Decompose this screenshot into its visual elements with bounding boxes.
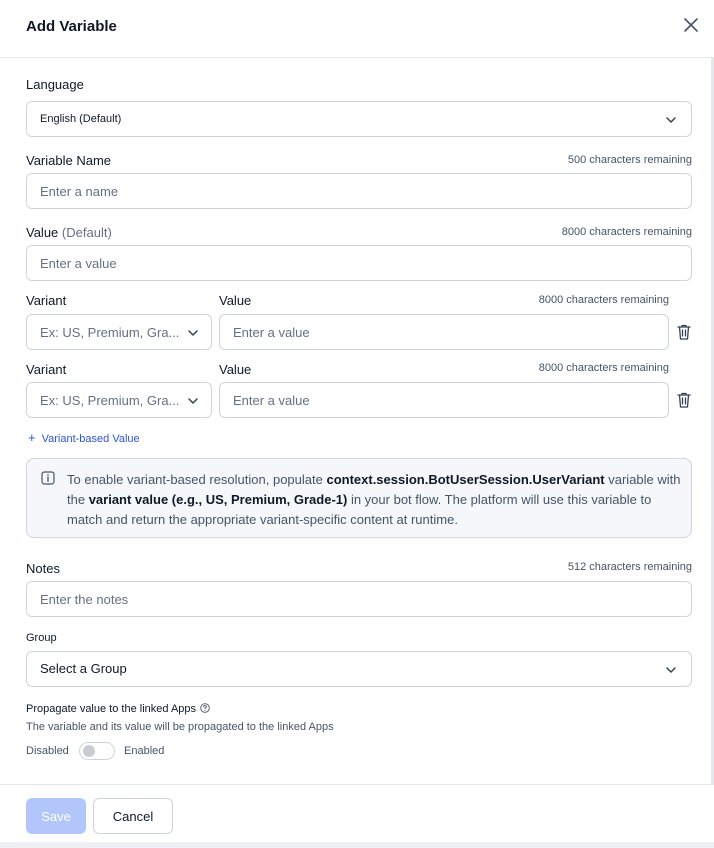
variant-value-placeholder: Enter a value bbox=[233, 393, 310, 408]
info-text-emphasis: context.session.BotUserSession.UserVaria… bbox=[326, 472, 605, 487]
chevron-down-icon bbox=[188, 398, 198, 404]
variant-value-remaining: 8000 characters remaining bbox=[538, 294, 669, 306]
chevron-down-icon bbox=[666, 667, 676, 673]
variable-name-placeholder: Enter a name bbox=[40, 184, 119, 199]
chevron-down-icon bbox=[666, 117, 676, 123]
info-box: To enable variant-based resolution, popu… bbox=[26, 458, 692, 538]
toggle-on-label: Enabled bbox=[124, 745, 165, 757]
dialog-title: Add Variable bbox=[26, 18, 117, 35]
value-label-suffix: (Default) bbox=[61, 225, 112, 240]
help-icon[interactable] bbox=[200, 703, 210, 713]
value-label-text: Value bbox=[26, 225, 59, 240]
variable-name-label: Variable Name bbox=[26, 153, 112, 168]
variant-label: Variant bbox=[26, 293, 67, 308]
add-variant-button[interactable]: + Variant-based Value bbox=[28, 430, 140, 445]
variant-placeholder: Ex: US, Premium, Gra... bbox=[40, 393, 180, 408]
value-remaining: 8000 characters remaining bbox=[561, 226, 692, 238]
close-icon[interactable] bbox=[680, 14, 702, 36]
notes-remaining: 512 characters remaining bbox=[567, 561, 692, 573]
variant-value-input[interactable]: Enter a value bbox=[219, 314, 669, 350]
variable-name-input[interactable]: Enter a name bbox=[26, 173, 692, 209]
variant-label: Variant bbox=[26, 362, 67, 377]
language-label: Language bbox=[26, 77, 84, 92]
propagate-label: Propagate value to the linked Apps bbox=[26, 703, 210, 715]
info-text: To enable variant-based resolution, popu… bbox=[67, 470, 681, 530]
variant-select[interactable]: Ex: US, Premium, Gra... bbox=[26, 382, 212, 418]
propagate-label-text: Propagate value to the linked Apps bbox=[26, 703, 197, 715]
chevron-down-icon bbox=[188, 330, 198, 336]
dialog-footer: Save Cancel bbox=[0, 784, 714, 842]
language-selected-value: English (Default) bbox=[40, 113, 122, 125]
info-icon bbox=[41, 471, 55, 485]
propagate-toggle[interactable] bbox=[79, 742, 115, 760]
dialog-header: Add Variable bbox=[0, 0, 714, 58]
cancel-button[interactable]: Cancel bbox=[93, 798, 173, 834]
group-select[interactable]: Select a Group bbox=[26, 651, 692, 687]
variant-value-label: Value bbox=[219, 362, 252, 377]
value-placeholder: Enter a value bbox=[40, 256, 117, 271]
info-text-part: To enable variant-based resolution, popu… bbox=[67, 472, 327, 487]
value-label: Value (Default) bbox=[26, 225, 112, 240]
variant-value-placeholder: Enter a value bbox=[233, 325, 310, 340]
variant-select[interactable]: Ex: US, Premium, Gra... bbox=[26, 314, 212, 350]
info-text-emphasis: variant value (e.g., US, Premium, Grade-… bbox=[88, 492, 348, 507]
variable-name-remaining: 500 characters remaining bbox=[567, 154, 692, 166]
variant-value-input[interactable]: Enter a value bbox=[219, 382, 669, 418]
notes-placeholder: Enter the notes bbox=[40, 592, 129, 607]
add-variable-dialog: Add Variable Language English (Default) … bbox=[0, 0, 714, 842]
group-label: Group bbox=[26, 632, 57, 644]
save-button[interactable]: Save bbox=[26, 798, 86, 834]
trash-icon[interactable] bbox=[676, 391, 692, 409]
variant-value-label: Value bbox=[219, 293, 252, 308]
variant-value-remaining: 8000 characters remaining bbox=[538, 362, 669, 374]
add-variant-label: Variant-based Value bbox=[41, 433, 140, 445]
value-input[interactable]: Enter a value bbox=[26, 245, 692, 281]
toggle-knob bbox=[83, 745, 95, 757]
language-select[interactable]: English (Default) bbox=[26, 101, 692, 137]
group-selected-value: Select a Group bbox=[40, 661, 127, 676]
variant-placeholder: Ex: US, Premium, Gra... bbox=[40, 325, 180, 340]
toggle-off-label: Disabled bbox=[26, 745, 69, 757]
propagate-description: The variable and its value will be propa… bbox=[26, 721, 334, 733]
notes-label: Notes bbox=[26, 561, 60, 576]
trash-icon[interactable] bbox=[676, 323, 692, 341]
plus-icon: + bbox=[28, 430, 36, 445]
notes-input[interactable]: Enter the notes bbox=[26, 581, 692, 617]
